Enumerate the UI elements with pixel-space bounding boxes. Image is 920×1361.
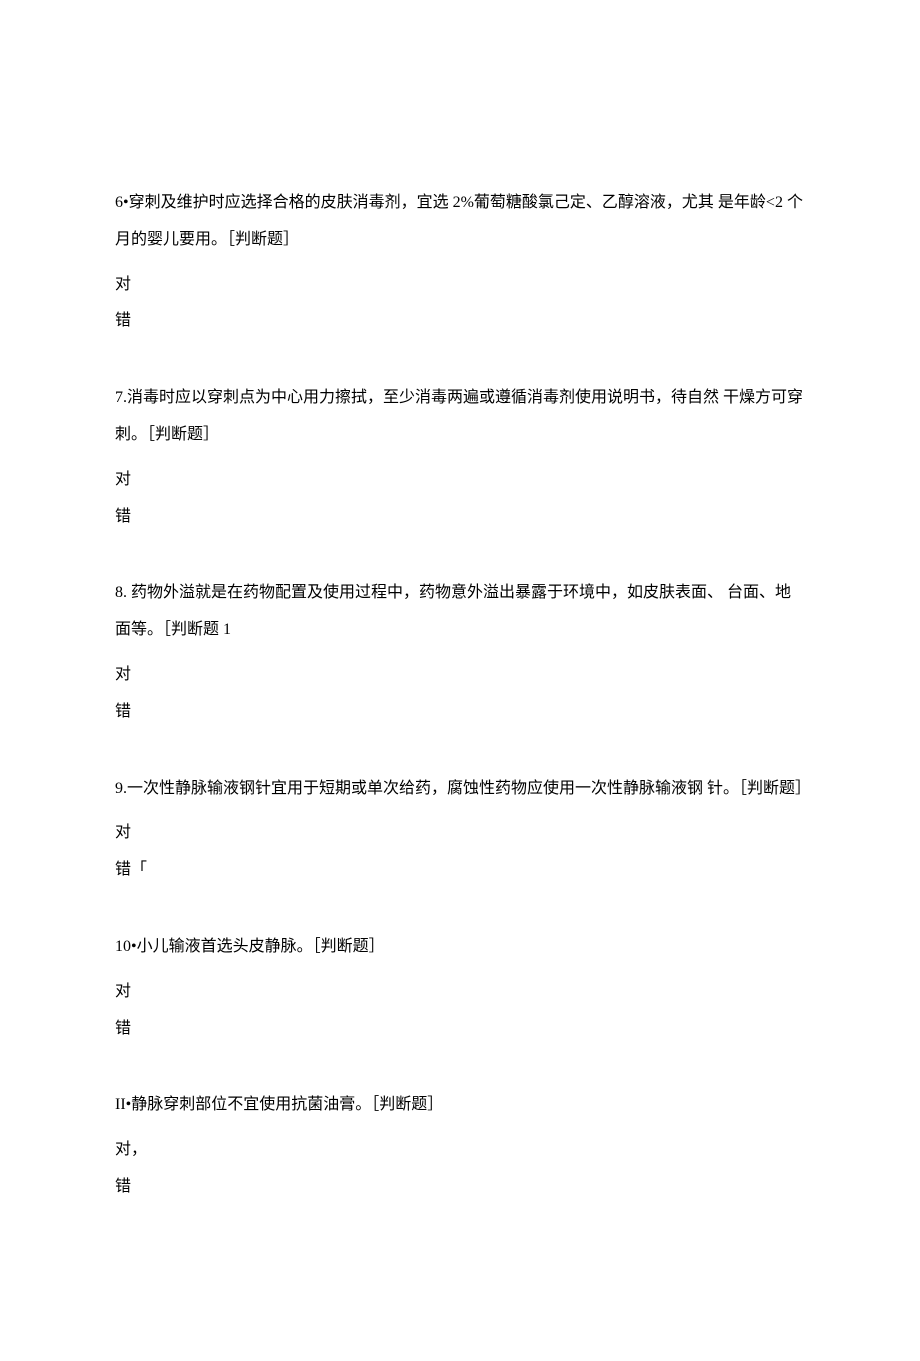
option-false: 错 [115, 303, 805, 340]
question-11: II•静脉穿刺部位不宜使用抗菌油膏。［判断题］ 对， 错 [115, 1087, 805, 1205]
question-8: 8. 药物外溢就是在药物配置及使用过程中，药物意外溢出暴露于环境中，如皮肤表面、… [115, 575, 805, 730]
option-true: 对 [115, 815, 805, 852]
option-true: 对 [115, 267, 805, 304]
question-7: 7.消毒时应以穿刺点为中心用力擦拭，至少消毒两遍或遵循消毒剂使用说明书，待自然 … [115, 380, 805, 535]
option-false: 错「 [115, 852, 805, 889]
option-true: 对 [115, 462, 805, 499]
option-true: 对 [115, 657, 805, 694]
option-false: 错 [115, 1169, 805, 1206]
option-false: 错 [115, 694, 805, 731]
question-text: 9.一次性静脉输液钢针宜用于短期或单次给药，腐蚀性药物应使用一次性静脉输液钢 针… [115, 771, 805, 808]
question-6: 6•穿刺及维护时应选择合格的皮肤消毒剂，宜选 2%葡萄糖酸氯己定、乙醇溶液，尤其… [115, 185, 805, 340]
question-text: II•静脉穿刺部位不宜使用抗菌油膏。［判断题］ [115, 1087, 805, 1124]
question-text: 6•穿刺及维护时应选择合格的皮肤消毒剂，宜选 2%葡萄糖酸氯己定、乙醇溶液，尤其… [115, 185, 805, 259]
question-10: 10•小儿输液首选头皮静脉。［判断题］ 对 错 [115, 929, 805, 1047]
question-9: 9.一次性静脉输液钢针宜用于短期或单次给药，腐蚀性药物应使用一次性静脉输液钢 针… [115, 771, 805, 889]
question-text: 8. 药物外溢就是在药物配置及使用过程中，药物意外溢出暴露于环境中，如皮肤表面、… [115, 575, 805, 649]
option-false: 错 [115, 499, 805, 536]
option-true: 对， [115, 1132, 805, 1169]
question-text: 7.消毒时应以穿刺点为中心用力擦拭，至少消毒两遍或遵循消毒剂使用说明书，待自然 … [115, 380, 805, 454]
question-text: 10•小儿输液首选头皮静脉。［判断题］ [115, 929, 805, 966]
option-false: 错 [115, 1011, 805, 1048]
option-true: 对 [115, 974, 805, 1011]
